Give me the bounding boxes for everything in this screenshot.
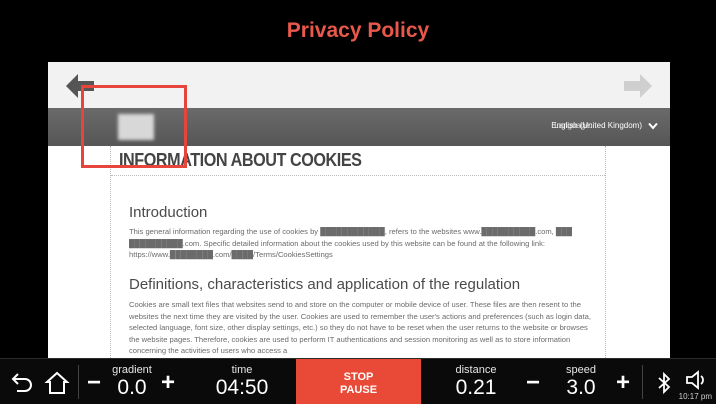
policy-content: INFORMATION ABOUT COOKIES Introduction T… [110,146,606,358]
page-title: Privacy Policy [286,19,430,42]
gradient-minus-button[interactable]: − [84,371,104,395]
distance-label: distance [455,364,497,376]
highlight-annotation-box [81,85,187,168]
speed-value: 3.0 [566,376,596,399]
back-icon[interactable] [8,370,34,396]
time-readout: time 04:50 [200,359,284,404]
divider [78,365,79,399]
distance-value: 0.21 [455,376,497,399]
section-body: Cookies are small text files that websit… [129,300,591,355]
time-value: 04:50 [215,376,269,399]
gradient-value: 0.0 [117,376,147,399]
speed-plus-button[interactable]: + [613,371,633,395]
language-select[interactable]: English (United Kingdom) [551,121,642,130]
time-label: time [231,364,253,376]
stop-label: STOP [343,371,374,383]
system-clock: 10:17 pm [678,392,712,401]
section-title: Definitions, characteristics and applica… [129,276,521,293]
speed-label: speed [566,364,596,376]
speed-readout: speed 3.0 [550,359,612,404]
section-title: Introduction [129,204,208,221]
home-icon[interactable] [44,370,70,396]
section-body: This general information regarding the u… [129,227,573,259]
distance-readout: distance 0.21 [432,359,520,404]
gradient-readout: gradient 0.0 [104,359,160,404]
bluetooth-icon[interactable] [651,370,677,396]
speed-minus-button[interactable]: − [523,371,543,395]
divider [642,365,643,399]
chevron-down-icon[interactable] [648,122,658,130]
stop-pause-button[interactable]: STOP PAUSE [296,359,421,404]
pause-label: PAUSE [339,384,378,396]
forward-arrow-icon[interactable] [624,74,652,98]
volume-icon[interactable] [684,367,710,393]
gradient-label: gradient [112,364,152,376]
control-bar: − gradient 0.0 + time 04:50 STOP PAUSE d… [0,358,716,404]
gradient-plus-button[interactable]: + [158,371,178,395]
